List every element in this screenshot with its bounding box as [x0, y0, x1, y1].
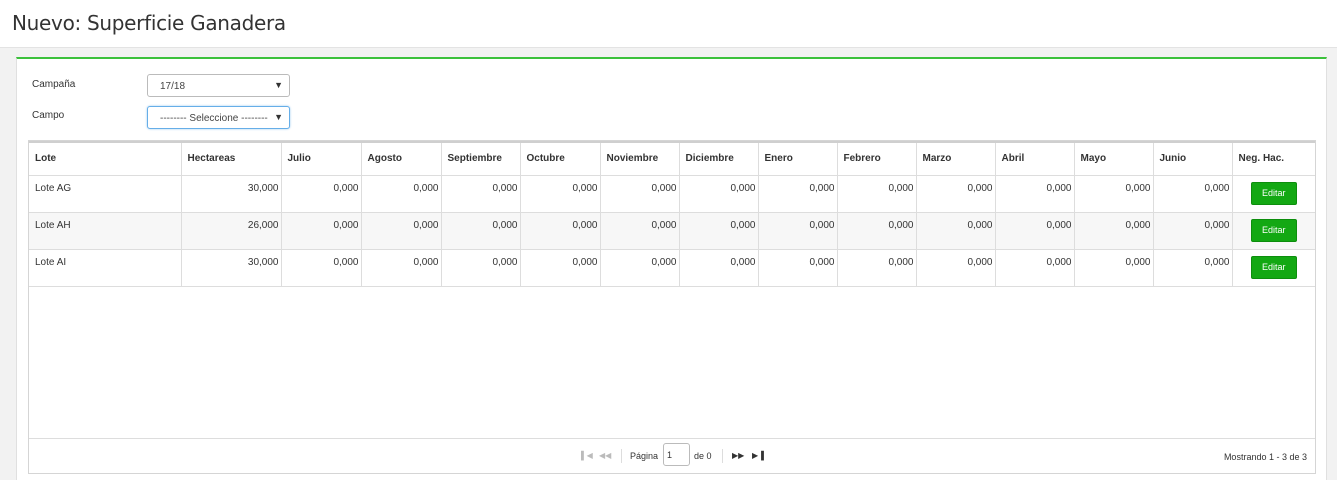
col-header-hectareas[interactable]: Hectareas — [181, 141, 282, 176]
col-header-noviembre[interactable]: Noviembre — [600, 141, 680, 176]
col-header-enero[interactable]: Enero — [758, 141, 838, 176]
field-select[interactable]: -------- Seleccione -------- ▼ — [147, 106, 290, 129]
cell-octubre: 0,000 — [520, 249, 601, 287]
cell-marzo: 0,000 — [916, 212, 996, 250]
cell-septiembre: 0,000 — [441, 212, 521, 250]
cell-septiembre: 0,000 — [441, 249, 521, 287]
cell-junio: 0,000 — [1153, 175, 1233, 213]
cell-hectareas: 30,000 — [181, 249, 282, 287]
campaign-select-value: 17/18 — [160, 81, 186, 92]
page-input[interactable]: 1 — [663, 443, 690, 466]
first-page-icon[interactable]: ▌◀ — [581, 451, 593, 460]
cell-julio: 0,000 — [281, 175, 362, 213]
page-header: Nuevo: Superficie Ganadera — [0, 0, 1337, 48]
cell-mayo: 0,000 — [1074, 249, 1154, 287]
col-header-neg-hac: Neg. Hac. — [1232, 141, 1315, 176]
col-header-febrero[interactable]: Febrero — [837, 141, 917, 176]
col-header-mayo[interactable]: Mayo — [1074, 141, 1154, 176]
cell-julio: 0,000 — [281, 249, 362, 287]
cell-noviembre: 0,000 — [600, 249, 680, 287]
cell-octubre: 0,000 — [520, 212, 601, 250]
cell-hectareas: 30,000 — [181, 175, 282, 213]
pager-divider — [722, 449, 723, 463]
header-row: Lote Hectareas Julio Agosto Septiembre O… — [29, 141, 1315, 176]
col-header-julio[interactable]: Julio — [281, 141, 362, 176]
next-page-icon[interactable]: ▶▶ — [732, 451, 744, 460]
cell-junio: 0,000 — [1153, 249, 1233, 287]
cell-diciembre: 0,000 — [679, 175, 759, 213]
campaign-select[interactable]: 17/18 ▼ — [147, 74, 290, 97]
chevron-down-icon: ▼ — [274, 80, 283, 90]
data-table: Lote Hectareas Julio Agosto Septiembre O… — [29, 141, 1315, 287]
cell-hectareas: 26,000 — [181, 212, 282, 250]
field-label: Campo — [32, 110, 65, 121]
cell-mayo: 0,000 — [1074, 212, 1154, 250]
table-row[interactable]: Lote AH 26,000 0,000 0,000 0,000 0,000 0… — [29, 212, 1315, 250]
chevron-down-icon: ▼ — [274, 112, 283, 122]
cell-febrero: 0,000 — [837, 212, 917, 250]
col-header-marzo[interactable]: Marzo — [916, 141, 996, 176]
col-header-agosto[interactable]: Agosto — [361, 141, 442, 176]
last-page-icon[interactable]: ▶▐ — [752, 451, 764, 460]
cell-mayo: 0,000 — [1074, 175, 1154, 213]
cell-abril: 0,000 — [995, 212, 1075, 250]
pager-info: Mostrando 1 - 3 de 3 — [1223, 452, 1307, 462]
data-grid: Lote Hectareas Julio Agosto Septiembre O… — [28, 140, 1316, 474]
cell-abril: 0,000 — [995, 175, 1075, 213]
cell-marzo: 0,000 — [916, 175, 996, 213]
edit-button[interactable]: Editar — [1250, 255, 1297, 279]
cell-diciembre: 0,000 — [679, 212, 759, 250]
cell-marzo: 0,000 — [916, 249, 996, 287]
cell-action: Editar — [1232, 175, 1315, 213]
cell-noviembre: 0,000 — [600, 212, 680, 250]
cell-agosto: 0,000 — [361, 175, 442, 213]
pager-divider — [621, 449, 622, 463]
page-label: Página — [630, 451, 659, 461]
cell-enero: 0,000 — [758, 249, 838, 287]
prev-page-icon[interactable]: ◀◀ — [599, 451, 611, 460]
cell-diciembre: 0,000 — [679, 249, 759, 287]
campaign-label: Campaña — [32, 79, 76, 90]
cell-agosto: 0,000 — [361, 249, 442, 287]
cell-abril: 0,000 — [995, 249, 1075, 287]
cell-lote: Lote AH — [29, 212, 182, 250]
page-title: Nuevo: Superficie Ganadera — [12, 11, 286, 35]
cell-octubre: 0,000 — [520, 175, 601, 213]
col-header-junio[interactable]: Junio — [1153, 141, 1233, 176]
col-header-diciembre[interactable]: Diciembre — [679, 141, 759, 176]
edit-button[interactable]: Editar — [1250, 181, 1297, 205]
cell-enero: 0,000 — [758, 212, 838, 250]
table-row[interactable]: Lote AI 30,000 0,000 0,000 0,000 0,000 0… — [29, 249, 1315, 287]
cell-junio: 0,000 — [1153, 212, 1233, 250]
col-header-septiembre[interactable]: Septiembre — [441, 141, 521, 176]
cell-febrero: 0,000 — [837, 175, 917, 213]
cell-action: Editar — [1232, 212, 1315, 250]
cell-julio: 0,000 — [281, 212, 362, 250]
cell-agosto: 0,000 — [361, 212, 442, 250]
cell-febrero: 0,000 — [837, 249, 917, 287]
cell-lote: Lote AG — [29, 175, 182, 213]
table-row[interactable]: Lote AG 30,000 0,000 0,000 0,000 0,000 0… — [29, 175, 1315, 213]
col-header-lote[interactable]: Lote — [29, 141, 182, 176]
pager: ▌◀ ◀◀ Página 1 de 0 ▶▶ ▶▐ Mostrando 1 - … — [29, 438, 1315, 473]
cell-enero: 0,000 — [758, 175, 838, 213]
form-panel: Campaña 17/18 ▼ Campo -------- Seleccion… — [16, 57, 1327, 480]
cell-action: Editar — [1232, 249, 1315, 287]
page-count-label: de 0 — [694, 451, 712, 461]
cell-noviembre: 0,000 — [600, 175, 680, 213]
cell-lote: Lote AI — [29, 249, 182, 287]
field-select-value: -------- Seleccione -------- — [160, 113, 268, 124]
cell-septiembre: 0,000 — [441, 175, 521, 213]
edit-button[interactable]: Editar — [1250, 218, 1297, 242]
col-header-abril[interactable]: Abril — [995, 141, 1075, 176]
col-header-octubre[interactable]: Octubre — [520, 141, 601, 176]
